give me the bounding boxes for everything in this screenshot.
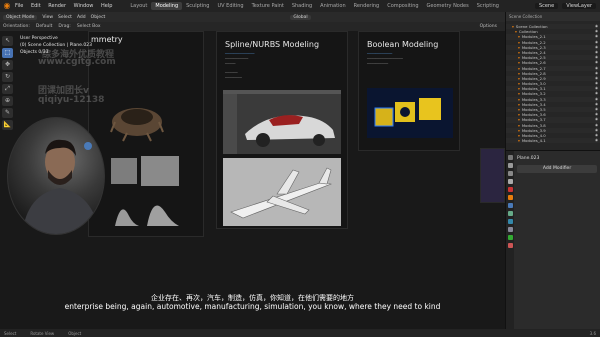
orientation-label: Orientation: xyxy=(3,24,30,29)
watermark-qq: qiqiyu-12138 xyxy=(38,95,105,105)
symmetry-sculpt-image xyxy=(110,108,164,142)
presenter-webcam xyxy=(7,117,105,235)
outliner-item[interactable]: ▾ Modules_4.1 ◉ xyxy=(506,138,600,144)
menu-render[interactable]: Render xyxy=(48,3,66,9)
scene-selectors: Scene ViewLayer xyxy=(534,3,600,9)
tab-scripting[interactable]: Scripting xyxy=(473,2,503,10)
properties-panel: Plane.023 Add Modifier xyxy=(505,150,600,330)
airplane-model-screenshot xyxy=(223,158,341,226)
visibility-eye-icon[interactable]: ◉ xyxy=(595,138,598,143)
tool-props-icon[interactable] xyxy=(507,155,513,160)
transform-tool-icon[interactable]: ⊕ xyxy=(2,96,13,106)
boolean-title: Boolean Modeling xyxy=(367,40,439,49)
top-menu-bar: ◉ File Edit Render Window Help Layout Mo… xyxy=(0,0,600,12)
watermark-url: www.cgitg.com xyxy=(38,57,116,67)
viewport-perspective-label: User Perspective xyxy=(20,36,58,41)
tab-sculpting[interactable]: Sculpting xyxy=(182,2,213,10)
move-tool-icon[interactable]: ✥ xyxy=(2,60,13,70)
data-props-icon[interactable] xyxy=(507,235,513,240)
status-object: Object xyxy=(68,330,82,336)
boolean-description: ──────────── ───────────────── ────────── xyxy=(367,52,403,66)
menu-edit[interactable]: Edit xyxy=(31,3,41,9)
tab-rendering[interactable]: Rendering xyxy=(350,2,384,10)
spline-nurbs-panel: Spline/NURBS Modeling ────────────── ────… xyxy=(216,31,348,229)
physics-props-icon[interactable] xyxy=(507,219,513,224)
tab-compositing[interactable]: Compositing xyxy=(383,2,422,10)
select-box-tool-icon[interactable]: ⬚ xyxy=(2,48,13,58)
annotate-tool-icon[interactable]: ✎ xyxy=(2,108,13,118)
scale-tool-icon[interactable]: ⤢ xyxy=(2,84,13,94)
view-layer-selector[interactable]: ViewLayer xyxy=(562,3,596,9)
viewport-header: Object Mode View Select Add Object Globa… xyxy=(0,12,505,22)
main-menu: File Edit Render Window Help xyxy=(15,3,118,9)
status-version: 3.6 xyxy=(589,330,596,336)
tab-texture-paint[interactable]: Texture Paint xyxy=(248,2,288,10)
select-menu[interactable]: Select xyxy=(58,15,72,20)
tab-modeling[interactable]: Modeling xyxy=(151,2,183,10)
spline-title: Spline/NURBS Modeling xyxy=(225,40,320,49)
outliner-header: Scene Collection xyxy=(506,12,600,21)
cursor-tool-icon[interactable]: ↖ xyxy=(2,36,13,46)
measure-tool-icon[interactable]: 📐 xyxy=(2,120,13,130)
menu-help[interactable]: Help xyxy=(101,3,112,9)
menu-file[interactable]: File xyxy=(15,3,23,9)
collection-toggle-icon[interactable]: ▾ xyxy=(518,138,520,143)
status-bar: Select Rotate View Object 3.6 xyxy=(0,329,600,337)
tab-uv-editing[interactable]: UV Editing xyxy=(213,2,247,10)
object-props-icon[interactable] xyxy=(507,195,513,200)
view-menu[interactable]: View xyxy=(42,15,53,20)
options-dropdown[interactable]: Options xyxy=(480,24,497,29)
tool-settings-header: Orientation: Default Drag: Select Box Op… xyxy=(0,22,505,31)
rotate-tool-icon[interactable]: ↻ xyxy=(2,72,13,82)
particles-props-icon[interactable] xyxy=(507,211,513,216)
world-props-icon[interactable] xyxy=(507,187,513,192)
tab-shading[interactable]: Shading xyxy=(288,2,316,10)
menu-window[interactable]: Window xyxy=(74,3,94,9)
partial-panel-right xyxy=(480,148,505,203)
tool-shelf: ↖ ⬚ ✥ ↻ ⤢ ⊕ ✎ 📐 xyxy=(2,36,14,130)
object-menu[interactable]: Object xyxy=(91,15,106,20)
boolean-cubes-image xyxy=(367,88,453,138)
viewport-objects-count: Objects 0/33 xyxy=(20,50,49,55)
modifier-props-icon[interactable] xyxy=(507,203,513,208)
material-props-icon[interactable] xyxy=(507,243,513,248)
render-props-icon[interactable] xyxy=(507,163,513,168)
outliner-list: ▾ Scene Collection ◉ ▾ Collection ◉ ▾ Modules_2… xyxy=(506,24,600,144)
spline-description: ────────────── ─────────── ───── ────── ────… xyxy=(225,52,255,80)
car-model-screenshot xyxy=(223,90,341,154)
drag-dropdown[interactable]: Select Box xyxy=(77,24,101,29)
boolean-modeling-panel: Boolean Modeling ──────────── ───────────… xyxy=(358,31,460,151)
status-select: Select xyxy=(4,330,17,336)
tab-animation[interactable]: Animation xyxy=(316,2,350,10)
collection-toggle-icon[interactable]: ▾ xyxy=(515,29,517,34)
collection-toggle-icon[interactable]: ▾ xyxy=(512,24,514,29)
scene-selector[interactable]: Scene xyxy=(534,3,559,9)
constraints-props-icon[interactable] xyxy=(507,227,513,232)
mode-dropdown[interactable]: Object Mode xyxy=(3,14,38,20)
subtitle-english: enterprise being, again, automotive, man… xyxy=(64,302,441,311)
properties-object-name: Plane.023 xyxy=(517,156,540,161)
properties-tabs xyxy=(506,151,514,330)
viewport-collection-label: (0) Scene Collection | Plane.023 xyxy=(20,43,92,48)
presenter-silhouette xyxy=(22,139,100,234)
status-rotate-view: Rotate View xyxy=(30,330,55,336)
add-modifier-button[interactable]: Add Modifier xyxy=(517,165,597,173)
transform-orientation-dropdown[interactable]: Global xyxy=(290,14,311,20)
symmetry-title: mmetry xyxy=(91,35,123,44)
output-props-icon[interactable] xyxy=(507,171,513,176)
tab-geometry-nodes[interactable]: Geometry Nodes xyxy=(423,2,473,10)
symmetry-sculpt-gallery xyxy=(111,156,179,226)
blender-logo-icon[interactable]: ◉ xyxy=(2,1,12,11)
add-menu[interactable]: Add xyxy=(77,15,86,20)
tab-layout[interactable]: Layout xyxy=(126,2,151,10)
scene-props-icon[interactable] xyxy=(507,179,513,184)
workspace-tabs: Layout Modeling Sculpting UV Editing Tex… xyxy=(126,2,503,10)
outliner-panel: Scene Collection ▾ Scene Collection ◉ ▾ Coll… xyxy=(505,12,600,150)
viewport-info: User Perspective (0) Scene Collection | … xyxy=(20,35,92,56)
drag-label: Drag: xyxy=(58,24,71,29)
orientation-dropdown[interactable]: Default xyxy=(36,24,52,29)
outliner-item-label: Modules_4.1 xyxy=(521,138,546,144)
